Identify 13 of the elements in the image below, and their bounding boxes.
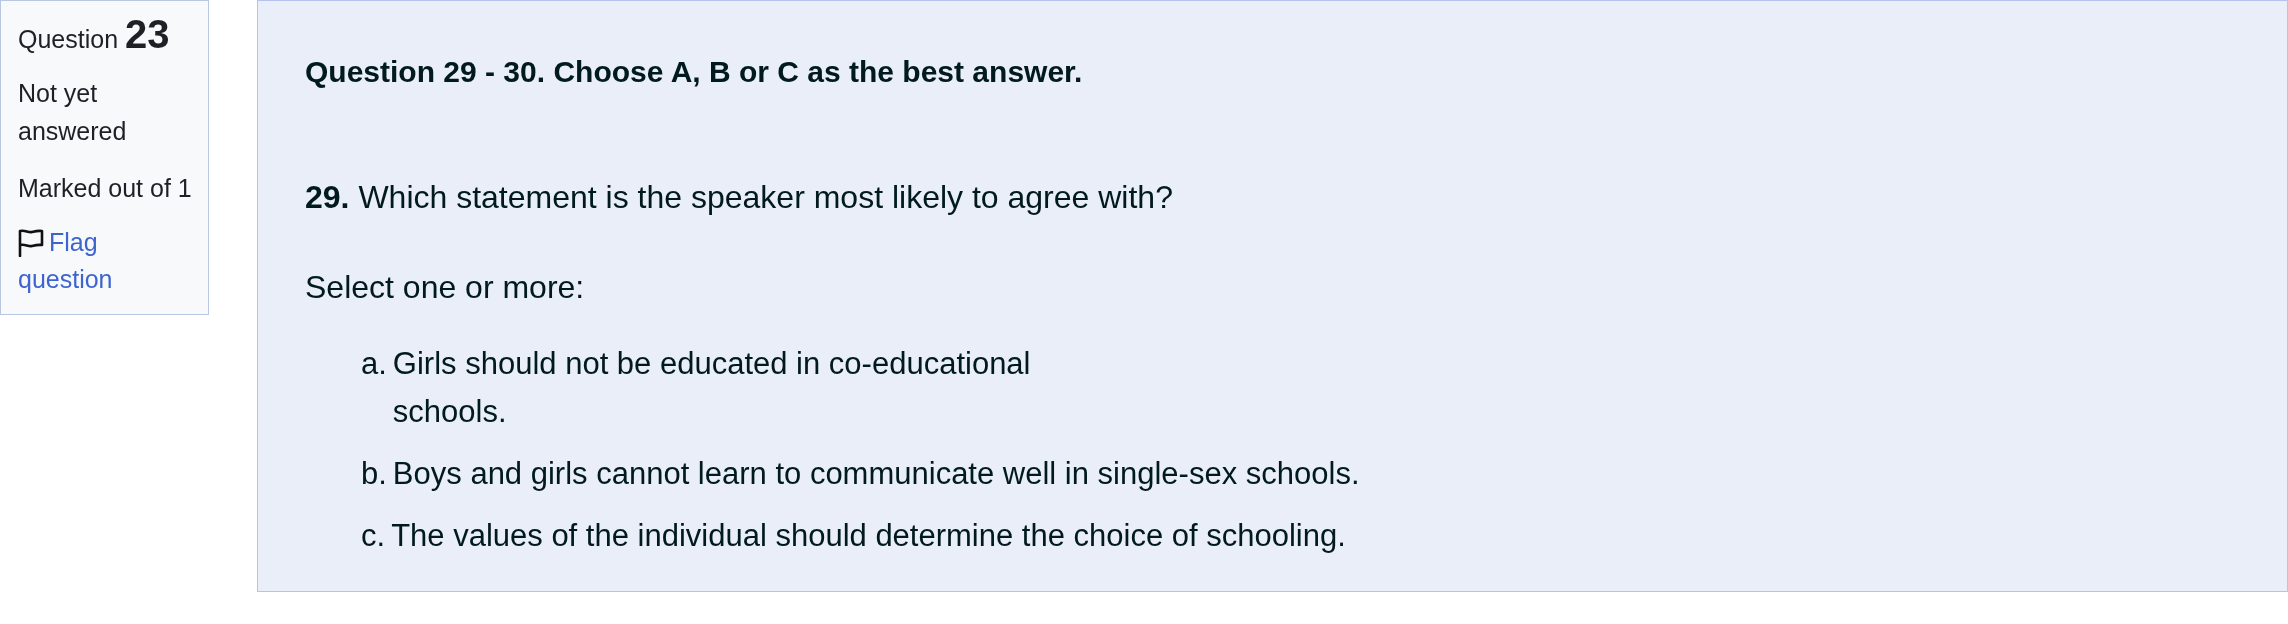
instruction-text: Question 29 - 30. Choose A, B or C as the best answer. (305, 54, 1084, 90)
question-text: 29. Which statement is the speaker most likely to agree with? (305, 178, 1174, 217)
option-letter: b. (361, 455, 387, 493)
answer-option[interactable]: The values of the individual should determine the choice of schooling. (391, 512, 1346, 560)
answer-option[interactable]: Girls should not be educated in co-educational schools. (392, 340, 1093, 436)
option-letter: c. (361, 517, 386, 555)
marks-text: Marked out of 1 (18, 173, 190, 204)
answer-option[interactable]: Boys and girls cannot learn to communicate well in single-sex schools. (392, 450, 1360, 498)
flag-question-link[interactable]: Flag question (18, 224, 190, 298)
question-number: Question 23 (18, 11, 171, 58)
select-hint: Select one or more: (305, 268, 586, 307)
answer-status: Not yet answered (18, 78, 128, 147)
option-letter: a. (361, 345, 387, 383)
